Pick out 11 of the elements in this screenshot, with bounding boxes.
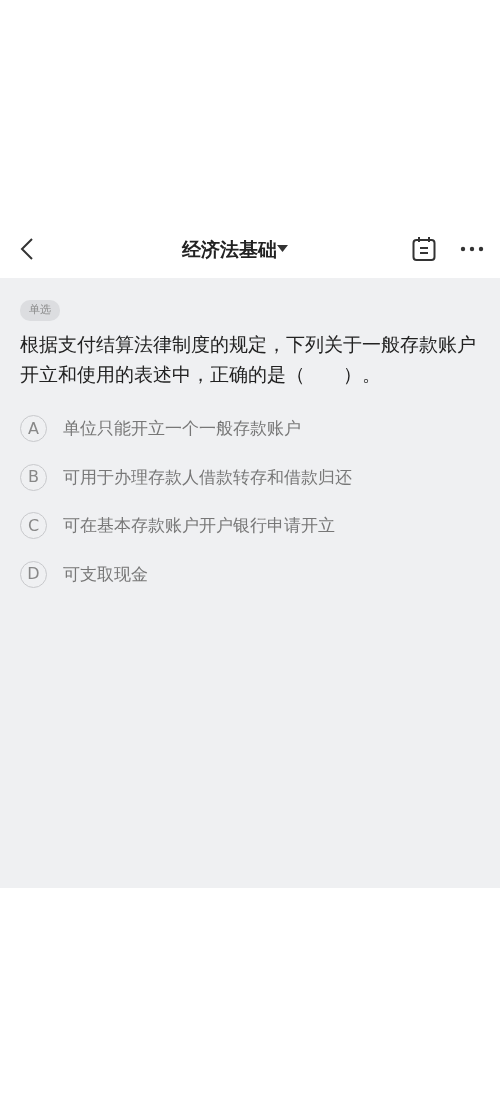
option-text[interactable]: 可支取现金 (63, 561, 148, 587)
back-icon[interactable] (20, 237, 34, 261)
option-text[interactable]: 可用于办理存款人借款转存和借款归还 (63, 464, 352, 490)
question-text: 根据支付结算法律制度的规定，下列关于一般存款账户开立和使用的表述中，正确的是（ ）。 (20, 331, 477, 387)
more-icon[interactable] (460, 246, 484, 252)
calendar-icon[interactable] (412, 236, 436, 262)
subject-title[interactable]: 经济法基础 (182, 234, 277, 264)
option-text[interactable]: 可在基本存款账户开户银行申请开立 (63, 513, 335, 539)
option-text[interactable]: 单位只能开立一个一般存款账户 (63, 416, 301, 442)
dropdown-icon[interactable] (277, 245, 288, 253)
question-type-tag: 单选 (20, 300, 60, 321)
